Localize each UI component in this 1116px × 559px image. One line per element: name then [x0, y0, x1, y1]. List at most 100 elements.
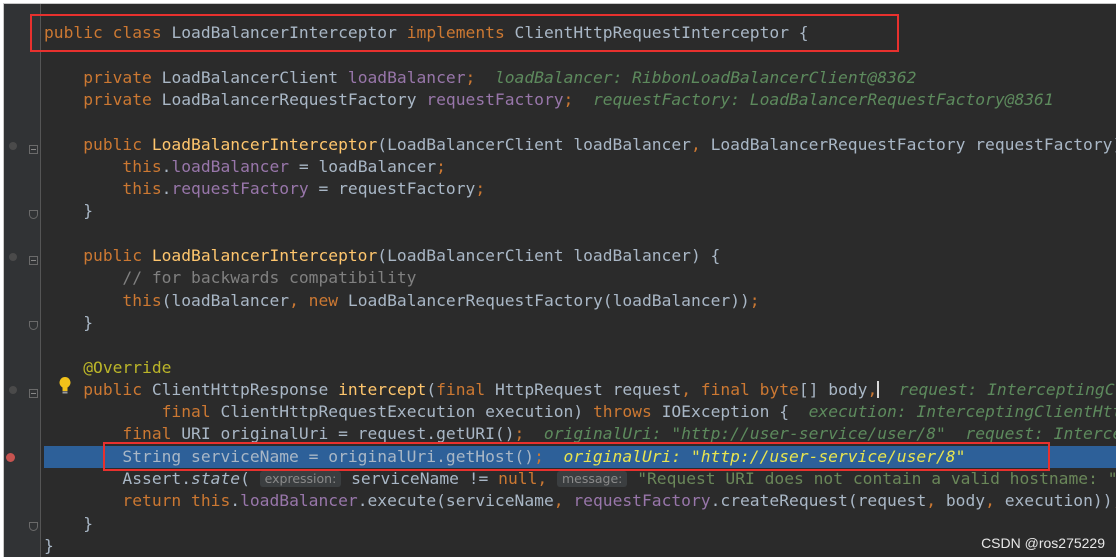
code-token: HttpRequest request	[494, 379, 682, 399]
code-line[interactable]: private LoadBalancerClient loadBalancer;…	[44, 67, 916, 89]
code-token: , new	[289, 290, 348, 310]
code-token: LoadBalancerRequestFactory	[161, 89, 427, 109]
code-token: "Request URI does not contain a valid ho…	[637, 469, 1116, 488]
code-token: ;	[465, 67, 476, 87]
inline-debug-value: request: InterceptingClientHttpRequest@8…	[898, 379, 1116, 399]
code-token: ClientHttpResponse	[151, 379, 339, 399]
code-line[interactable]: this.requestFactory = requestFactory;	[44, 178, 485, 200]
code-token: body	[945, 491, 986, 511]
code-token: }	[44, 513, 94, 533]
code-token: .createRequest(request	[710, 491, 927, 511]
code-token: .	[230, 491, 241, 511]
code-token: .	[161, 179, 172, 199]
code-line[interactable]: public LoadBalancerInterceptor(LoadBalan…	[44, 134, 1116, 156]
code-token: ClientHttpRequestExecution execution)	[220, 402, 593, 422]
fold-toggle-icon[interactable]	[29, 256, 38, 265]
code-token: @Override	[44, 357, 172, 377]
code-token: ,	[553, 491, 574, 511]
code-token: loadBalancer	[240, 491, 358, 511]
code-token: public	[44, 246, 152, 265]
code-token: final	[44, 424, 182, 444]
code-token: ;	[1113, 491, 1116, 510]
fold-toggle-icon[interactable]	[29, 321, 38, 330]
watermark: CSDN @ros275229	[981, 535, 1105, 551]
override-marker-icon[interactable]	[9, 142, 17, 150]
code-token: intercept	[338, 379, 427, 399]
code-token: .	[161, 156, 172, 176]
code-token: throws	[592, 402, 662, 422]
code-line[interactable]: }	[44, 312, 93, 334]
parameter-hint: expression:	[259, 471, 342, 487]
override-marker-icon[interactable]	[9, 386, 17, 394]
code-line[interactable]: // for backwards compatibility	[44, 267, 416, 289]
code-token: (	[240, 469, 260, 488]
code-token: public	[44, 379, 152, 399]
inline-debug-value: originalUri: "http://user-service/user/8…	[543, 424, 1116, 444]
code-area[interactable]: public class LoadBalancerInterceptor imp…	[44, 4, 1116, 557]
code-token: Assert.	[44, 469, 192, 488]
code-token: IOException {	[661, 402, 789, 422]
code-line[interactable]: private LoadBalancerRequestFactory reque…	[44, 89, 1054, 111]
parameter-hint: message:	[556, 471, 628, 487]
code-token: URI originalUri = request.getURI()	[181, 424, 515, 444]
code-token: final	[436, 379, 495, 399]
code-line[interactable]: }	[44, 535, 54, 557]
code-token: LoadBalancerInterceptor	[151, 134, 378, 154]
code-line[interactable]: }	[44, 513, 93, 535]
code-token: this	[44, 290, 162, 310]
code-token: private	[44, 89, 162, 109]
class-declaration-annotation-box	[30, 14, 899, 52]
code-token: (LoadBalancerClient loadBalancer	[377, 134, 691, 154]
code-line[interactable]: @Override	[44, 357, 171, 379]
breakpoint-icon[interactable]	[6, 453, 15, 462]
code-token: = loadBalancer	[289, 156, 437, 176]
code-token: ,	[867, 379, 878, 399]
code-line[interactable]: this(loadBalancer, new LoadBalancerReque…	[44, 290, 760, 312]
code-token: loadBalancer	[171, 156, 290, 176]
code-token: LoadBalancerClient	[161, 67, 348, 87]
gutter-divider	[40, 4, 41, 557]
code-token: LoadBalancerInterceptor	[151, 246, 378, 265]
code-token: LoadBalancerRequestFactory(loadBalancer)…	[347, 290, 750, 310]
code-token: ,	[690, 134, 711, 154]
code-token: loadBalancer	[347, 67, 466, 87]
fold-toggle-icon[interactable]	[29, 145, 38, 154]
code-token: }	[44, 201, 94, 221]
code-line[interactable]: public LoadBalancerInterceptor(LoadBalan…	[44, 245, 720, 267]
code-token: public	[44, 134, 152, 154]
code-token: requestFactory	[573, 491, 711, 511]
code-token: execution))	[1004, 491, 1113, 511]
code-token: null	[498, 469, 538, 488]
inline-debug-value: execution: InterceptingClientHttpRequest…	[808, 402, 1116, 422]
code-line[interactable]: Assert.state( expression: serviceName !=…	[44, 468, 1116, 490]
fold-toggle-icon[interactable]	[29, 522, 38, 531]
override-marker-icon[interactable]	[9, 253, 17, 261]
fold-toggle-icon[interactable]	[29, 210, 38, 219]
code-token: .execute(serviceName	[357, 491, 554, 511]
code-line[interactable]: final ClientHttpRequestExecution executi…	[44, 401, 1116, 423]
code-line[interactable]: }	[44, 200, 93, 222]
code-token: ;	[749, 290, 760, 310]
code-token: private	[44, 67, 162, 87]
code-token: requestFactory	[426, 89, 564, 109]
inline-debug-value: requestFactory: LoadBalancerRequestFacto…	[573, 89, 1054, 109]
code-token: ;	[436, 156, 446, 176]
service-name-annotation-box	[103, 442, 1050, 471]
code-token: this	[44, 179, 162, 199]
code-line[interactable]: this.loadBalancer = loadBalancer;	[44, 156, 446, 178]
code-token: final	[44, 402, 221, 422]
code-token: ;	[563, 89, 574, 109]
code-token: this	[44, 156, 162, 176]
code-token: (loadBalancer	[161, 290, 290, 310]
code-line[interactable]: public ClientHttpResponse intercept(fina…	[44, 379, 1116, 401]
code-token: ,	[985, 491, 1005, 511]
editor-gutter[interactable]	[4, 4, 40, 557]
code-token: byte	[759, 379, 799, 399]
code-editor-window: public class LoadBalancerInterceptor imp…	[3, 3, 1116, 557]
code-token: ;	[475, 179, 486, 199]
code-line[interactable]: return this.loadBalancer.execute(service…	[44, 490, 1116, 512]
fold-toggle-icon[interactable]	[29, 389, 38, 398]
code-token: , final	[681, 379, 760, 399]
code-token: serviceName !=	[341, 469, 499, 488]
